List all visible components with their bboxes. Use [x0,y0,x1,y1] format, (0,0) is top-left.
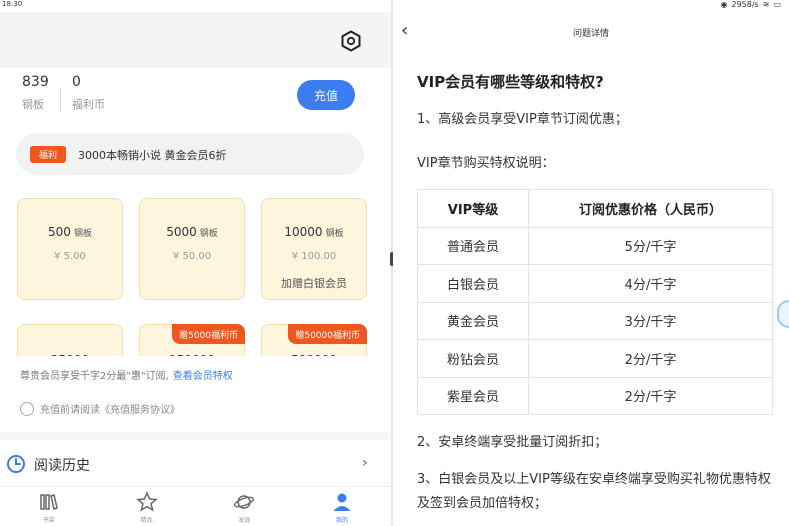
paragraph-3: 2、安卓终端享受批量订阅折扣； [417,435,608,450]
question-title: VIP会员有哪些等级和特权? [417,73,604,91]
table-cell: 普通会员 [417,226,529,265]
wifi-icon: ≋ [762,0,770,9]
table-header: 订阅优惠价格（人民币） [528,189,773,228]
battery-icon: ▭ [773,0,781,9]
promo-tag: 福利 [30,146,66,163]
clock-icon [7,455,25,473]
tab-label: 精品 [140,517,153,524]
table-cell: 黄金会员 [417,301,529,340]
status-bar-right: ◉ 2958/s ≋ ▭ [393,0,789,12]
table-row: 黄金会员 3分/千字 [417,301,773,340]
wallet-pane: 18:30 839 钢板 0 福利币 充值 福利 3000本畅销小说 黄金会员6… [0,0,391,526]
card-price: ¥ 100.00 [291,251,337,262]
nav-bar: ‹ 问题详情 [393,20,789,48]
wallet-header [0,12,391,68]
card-bonus: 加赠白银会员 [281,277,347,290]
card-badge: 赠5000福利币 [172,324,245,344]
table-cell: 粉钻会员 [417,339,529,378]
bookshelf-icon [40,494,58,510]
table-row: 白银会员 4分/千字 [417,264,773,303]
table-cell: 3分/千字 [528,301,773,340]
paragraph-1: 1、高级会员享受VIP章节订阅优惠； [417,112,628,127]
recharge-button[interactable]: 充值 [297,80,355,110]
vip-privilege-link[interactable]: 查看会员特权 [173,371,233,382]
paragraph-4: 3、白银会员及以上VIP等级在安卓终端享受购买礼物优惠特权及签到会员加倍特权； [417,472,771,511]
table-row: 普通会员 5分/千字 [417,226,773,265]
nav-title: 问题详情 [572,29,609,39]
chevron-right-icon: › [362,455,368,471]
table-cell: 白银会员 [417,264,529,303]
agreement-text: 充值前请阅读《充值服务协议》 [40,405,180,416]
paragraph-2: VIP章节购买特权说明： [417,156,555,171]
section-separator [0,432,391,440]
tab-label: 我的 [336,517,349,524]
coins-label: 钢板 [22,98,44,111]
agreement-radio[interactable] [20,401,34,416]
status-bar-left: 18:30 [0,0,391,12]
balance-divider [60,88,61,112]
network-speed: 2958/s [731,0,759,9]
vip-note-text: 尊贵会员享受千字2分最"惠"订阅, [20,371,169,382]
card-unit: 钢板 [73,229,92,239]
table-header-row: VIP等级 订阅优惠价格（人民币） [417,189,773,228]
welfare-label: 福利币 [72,98,105,111]
vip-price-table: VIP等级 订阅优惠价格（人民币） 普通会员 5分/千字 白银会员 4分/千字 … [417,189,773,415]
tab-label: 书架 [42,517,55,524]
tab-featured[interactable]: 精品 [98,487,196,526]
card-price: ¥ 5.00 [54,251,86,262]
hexagon-settings-icon [341,30,361,52]
promo-text: 3000本畅销小说 黄金会员6折 [78,149,227,162]
table-cell: 4分/千字 [528,264,773,303]
table-cell: 5分/千字 [528,226,773,265]
tab-discover[interactable]: 发现 [196,487,294,526]
vip-note: 尊贵会员享受千字2分最"惠"订阅, 查看会员特权 [20,367,233,382]
card-price: ¥ 50.00 [172,251,212,262]
tab-bookshelf[interactable]: 书架 [0,487,98,526]
settings-hex-button[interactable] [340,30,362,52]
card-unit: 钢板 [325,229,344,239]
history-label: 阅读历史 [34,458,90,474]
table-row: 紫星会员 2分/千字 [417,376,773,415]
planet-icon [234,495,255,509]
eye-icon: ◉ [720,0,728,9]
recharge-option-card[interactable]: 5000 钢板 ¥ 50.00 [139,198,245,300]
bottom-tab-bar: 书架 精品 发现 我的 [0,486,391,526]
star-icon [135,491,158,512]
card-amount: 500 [48,225,71,239]
faq-detail-pane: ◉ 2958/s ≋ ▭ ‹ 问题详情 VIP会员有哪些等级和特权? 1、高级会… [393,0,789,526]
user-icon [333,493,351,511]
agreement-row[interactable]: 充值前请阅读《充值服务协议》 [20,401,180,416]
recharge-option-card[interactable]: 10000 钢板 ¥ 100.00 加赠白银会员 [261,198,367,300]
tab-mine[interactable]: 我的 [293,487,391,526]
table-header: VIP等级 [417,189,529,228]
coins-value: 839 [22,74,49,90]
recharge-option-card[interactable]: 500 钢板 ¥ 5.00 [17,198,123,300]
card-badge: 赠50000福利币 [288,324,367,344]
card-amount: 5000 [166,225,197,239]
status-time: 18:30 [2,0,23,8]
split-screen: 18:30 839 钢板 0 福利币 充值 福利 3000本畅销小说 黄金会员6… [0,0,789,526]
table-cell: 2分/千字 [528,376,773,415]
reading-history-row[interactable]: 阅读历史 › [0,446,391,482]
card-amount: 10000 [284,225,323,239]
promo-banner[interactable]: 福利 3000本畅销小说 黄金会员6折 [16,133,364,175]
tab-label: 发现 [238,517,251,524]
table-cell: 紫星会员 [417,376,529,415]
table-row: 粉钻会员 2分/千字 [417,339,773,378]
card-unit: 钢板 [199,229,218,239]
welfare-value: 0 [72,74,81,90]
table-cell: 2分/千字 [528,339,773,378]
